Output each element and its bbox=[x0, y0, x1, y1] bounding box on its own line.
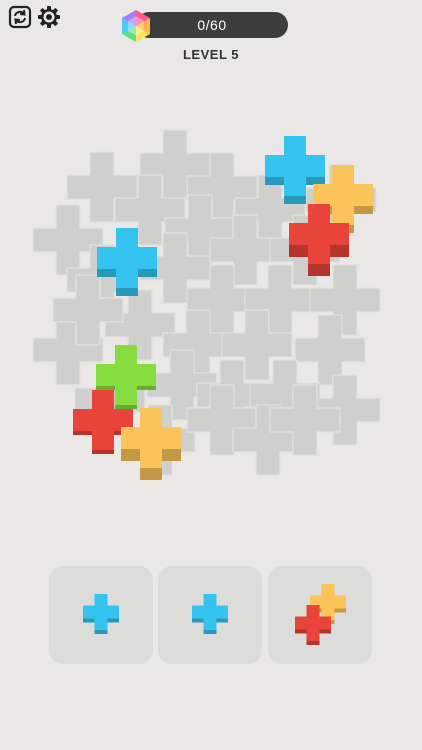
tray-3-pieces[interactable] bbox=[268, 566, 372, 664]
tray-1-pieces[interactable] bbox=[49, 566, 153, 664]
piece-top bbox=[192, 594, 228, 630]
piece-tray-3[interactable] bbox=[268, 566, 372, 664]
tray-2-pieces[interactable] bbox=[158, 566, 262, 664]
piece-tray-2[interactable] bbox=[158, 566, 262, 664]
game-board[interactable] bbox=[0, 0, 422, 560]
tray-piece-cyan[interactable] bbox=[192, 594, 228, 634]
tray-piece-cyan[interactable] bbox=[83, 594, 119, 634]
piece-tray-1[interactable] bbox=[49, 566, 153, 664]
piece-top bbox=[83, 594, 119, 630]
